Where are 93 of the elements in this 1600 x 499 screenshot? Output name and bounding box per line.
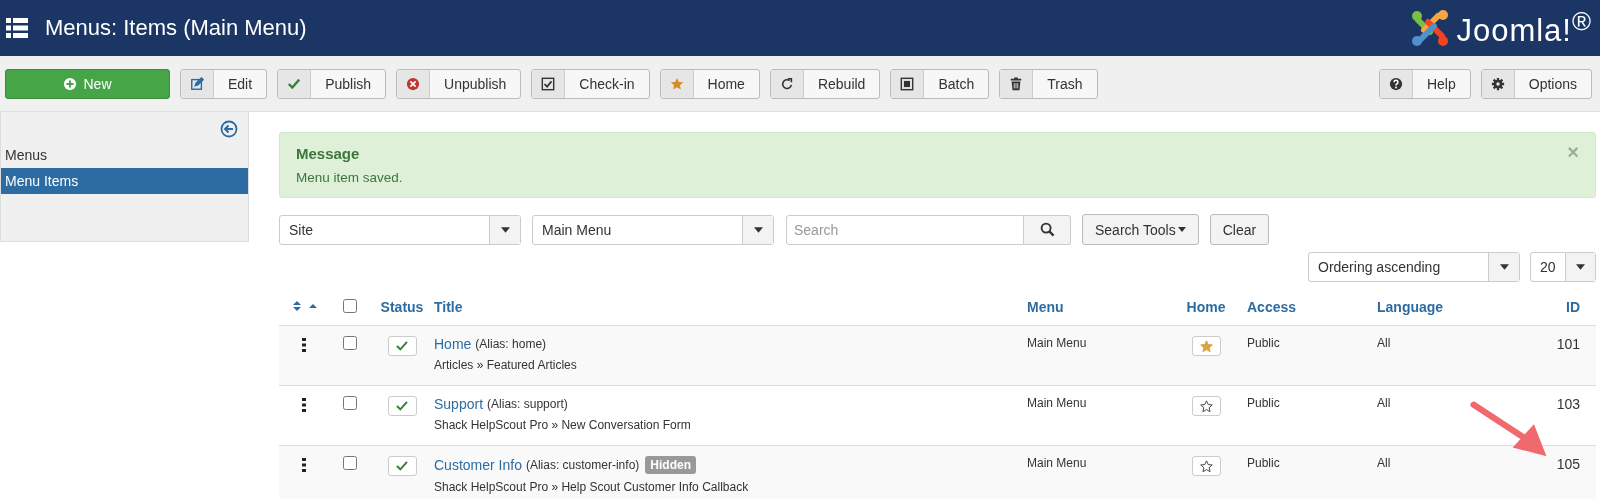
help-icon <box>1388 76 1403 91</box>
edit-icon <box>190 76 204 91</box>
status-toggle[interactable] <box>387 396 417 416</box>
item-title-link[interactable]: Support <box>434 396 484 412</box>
checkmark-icon <box>396 461 408 471</box>
table-cell: All <box>1377 456 1391 470</box>
table-cell: Public <box>1247 456 1280 470</box>
item-title-link[interactable]: Home <box>434 336 472 352</box>
status-toggle[interactable] <box>387 456 417 476</box>
star-icon <box>1199 459 1213 473</box>
search-tools-button[interactable]: Search Tools <box>1082 214 1199 245</box>
checkmark-icon <box>396 401 408 411</box>
toolbar-button[interactable]: Batch <box>890 68 990 99</box>
table-cell: 103 <box>1556 396 1580 412</box>
drag-handle-icon[interactable] <box>302 398 306 412</box>
table-cell: 105 <box>1556 456 1580 472</box>
item-alias: (Alias: support) <box>487 397 568 411</box>
page-title: Menus: Items (Main Menu) <box>45 15 307 41</box>
row-checkbox[interactable] <box>343 336 357 350</box>
toolbar-button[interactable]: Publish <box>277 68 387 99</box>
refresh-icon <box>779 76 794 91</box>
search-button[interactable] <box>1024 214 1071 245</box>
home-toggle[interactable] <box>1191 456 1221 476</box>
hidden-label: Hidden <box>645 456 696 474</box>
column-header[interactable]: Status <box>380 299 424 315</box>
square-icon <box>900 76 915 91</box>
client-select[interactable]: Site <box>279 214 521 245</box>
clear-button[interactable]: Clear <box>1209 214 1270 245</box>
column-header[interactable]: Access <box>1247 299 1297 315</box>
sort-icon[interactable] <box>292 300 318 312</box>
table-cell: Public <box>1247 396 1280 410</box>
home-toggle[interactable] <box>1191 396 1221 416</box>
caret-icon <box>500 226 510 233</box>
caret-icon <box>753 226 763 233</box>
toolbar-button[interactable]: Home <box>659 68 760 99</box>
menu-select[interactable]: Main Menu <box>532 214 774 245</box>
search-icon <box>1039 222 1055 237</box>
x-circle-icon <box>406 76 421 91</box>
table-cell: Public <box>1247 336 1280 350</box>
row-checkbox[interactable] <box>343 456 357 470</box>
logo-icon <box>1410 8 1451 48</box>
table-cell: Main Menu <box>1027 456 1087 470</box>
menu-icon[interactable] <box>6 17 28 39</box>
toolbar-button[interactable]: Check-in <box>531 68 650 99</box>
item-alias: (Alias: customer-info) <box>525 458 640 472</box>
drag-handle-icon[interactable] <box>302 338 306 352</box>
message-heading: Message <box>296 145 361 162</box>
toolbar-button[interactable]: Options <box>1480 68 1592 99</box>
item-type: Shack HelpScout Pro » Help Scout Customer Info Callback <box>434 480 750 494</box>
toolbar-button[interactable]: Trash <box>999 68 1098 99</box>
item-title-link[interactable]: Customer Info <box>434 457 522 473</box>
checkmark-icon <box>287 76 302 91</box>
checkmark-icon <box>396 341 408 351</box>
sidebar-item[interactable]: Menus <box>1 142 248 168</box>
item-type: Articles » Featured Articles <box>434 358 578 372</box>
toolbar-button[interactable]: Edit <box>180 68 268 99</box>
column-header[interactable]: Home <box>1186 299 1226 315</box>
column-header[interactable]: Title <box>434 299 463 315</box>
toolbar-button[interactable]: Rebuild <box>769 68 881 99</box>
row-checkbox[interactable] <box>343 396 357 410</box>
trash-icon <box>1009 76 1024 91</box>
caret-icon <box>1177 227 1186 232</box>
checkbox-icon <box>541 76 556 91</box>
select-all-checkbox[interactable] <box>343 298 357 313</box>
table-cell: 101 <box>1556 336 1580 352</box>
table-cell: Main Menu <box>1027 396 1087 410</box>
collapse-icon[interactable] <box>220 120 238 138</box>
star-icon <box>1199 399 1213 413</box>
logo-text: Joomla!$^{®}$ <box>1456 6 1592 50</box>
caret-icon <box>1575 264 1585 270</box>
toolbar-button[interactable]: Help <box>1378 68 1471 99</box>
ordering-select[interactable]: Ordering ascending <box>1308 252 1520 282</box>
column-header[interactable]: Menu <box>1027 299 1064 315</box>
limit-select[interactable]: 20 <box>1530 252 1596 282</box>
column-header[interactable]: ID <box>1566 299 1580 315</box>
toolbar-button[interactable]: Unpublish <box>396 68 522 99</box>
item-type: Shack HelpScout Pro » New Conversation Form <box>434 418 692 432</box>
home-toggle[interactable] <box>1191 336 1221 356</box>
table-cell: Main Menu <box>1027 336 1087 350</box>
search-field[interactable]: Search <box>786 214 1024 245</box>
drag-handle-icon[interactable] <box>302 458 306 472</box>
column-header[interactable]: Language <box>1377 299 1444 315</box>
sidebar-item[interactable]: Menu Items <box>1 168 248 194</box>
star-icon <box>1199 339 1213 353</box>
caret-icon <box>1499 264 1509 270</box>
message-text: Menu item saved. <box>296 170 404 185</box>
table-cell: All <box>1377 336 1391 350</box>
plus-icon <box>63 76 78 91</box>
settings-icon <box>1490 76 1505 91</box>
status-toggle[interactable] <box>387 336 417 356</box>
table-cell: All <box>1377 396 1391 410</box>
item-alias: (Alias: home) <box>475 337 547 351</box>
star-icon <box>669 76 684 91</box>
